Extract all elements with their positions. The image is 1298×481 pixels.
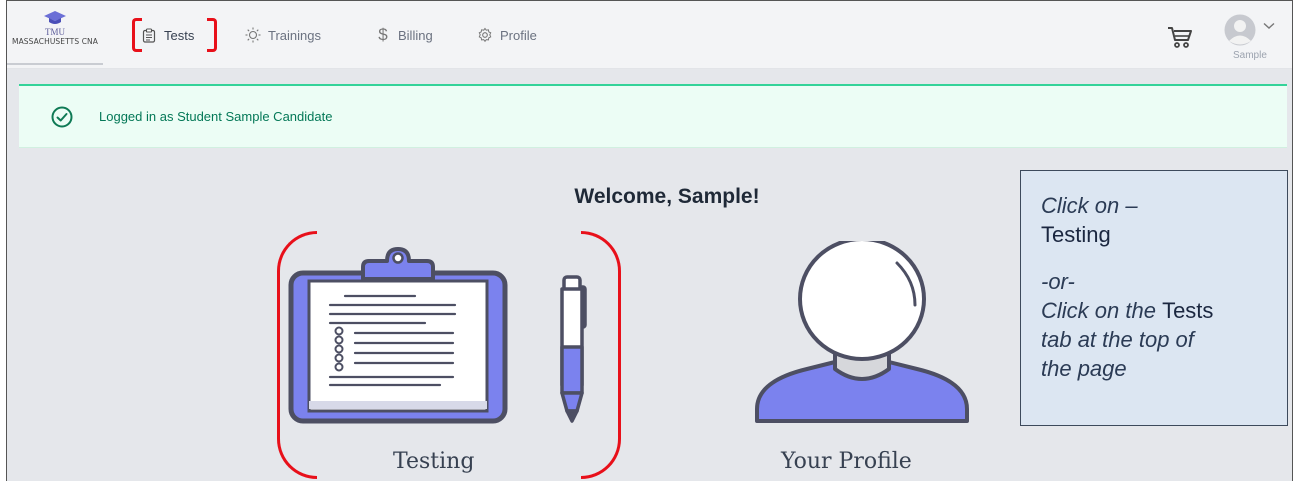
clipboard-icon [141, 27, 157, 43]
nav-tab-tests[interactable]: Tests [141, 25, 194, 45]
callout-line-6: the page [1041, 356, 1127, 381]
clipboard-pen-illustration [288, 247, 587, 424]
profile-card-label: Your Profile [781, 449, 912, 474]
callout-line-2: Testing [1041, 222, 1111, 247]
dollar-icon: $ [378, 25, 388, 44]
nav-tab-trainings-label: Trainings [268, 27, 321, 43]
nav-tab-billing-label: Billing [398, 27, 433, 43]
shopping-cart-icon [1168, 27, 1192, 48]
top-navigation: TMU MASSACHUSETTS CNA Tests Trainings $ … [7, 1, 1292, 69]
nav-tab-trainings[interactable]: Trainings [245, 25, 321, 45]
gear-icon [477, 27, 493, 43]
welcome-heading: Welcome, Sample! [574, 185, 760, 208]
testing-card[interactable]: Testing [275, 229, 625, 481]
testing-card-label: Testing [393, 449, 475, 474]
logo-line-2: MASSACHUSETTS CNA [12, 37, 98, 46]
highlight-paren-left [277, 231, 317, 479]
lightbulb-icon [245, 27, 261, 43]
profile-card[interactable]: Your Profile [747, 241, 977, 481]
callout-line-5: tab at the top of [1041, 327, 1194, 352]
graduation-cap-icon [44, 11, 66, 24]
callout-line-4a: Click on the [1041, 298, 1163, 323]
nav-tab-tests-label: Tests [164, 27, 195, 43]
user-menu[interactable]: Sample [1219, 14, 1281, 64]
app-window: TMU MASSACHUSETTS CNA Tests Trainings $ … [6, 0, 1293, 481]
callout-line-1: Click on – [1041, 193, 1138, 218]
user-name: Sample [1233, 50, 1267, 61]
instruction-callout: Click on – Testing -or- Click on the Tes… [1020, 170, 1288, 426]
chevron-down-icon [1263, 22, 1275, 29]
logo[interactable]: TMU MASSACHUSETTS CNA [7, 1, 103, 65]
logo-line-1: TMU [45, 27, 65, 37]
alert-message: Logged in as Student Sample Candidate [99, 109, 333, 124]
nav-tab-profile-label: Profile [500, 27, 537, 43]
callout-line-3: -or- [1041, 269, 1075, 294]
check-circle-icon [51, 106, 73, 127]
avatar [1224, 14, 1256, 46]
callout-line-4: Click on the Tests [1041, 296, 1287, 325]
nav-tab-billing[interactable]: $ Billing [375, 25, 433, 45]
cart-button[interactable] [1167, 25, 1193, 49]
success-alert: Logged in as Student Sample Candidate [19, 84, 1287, 148]
person-avatar-illustration [755, 241, 969, 423]
callout-line-4b: Tests [1162, 298, 1214, 323]
highlight-paren-right [581, 231, 621, 479]
highlight-bracket-right [207, 18, 217, 52]
nav-tab-profile[interactable]: Profile [477, 25, 537, 45]
